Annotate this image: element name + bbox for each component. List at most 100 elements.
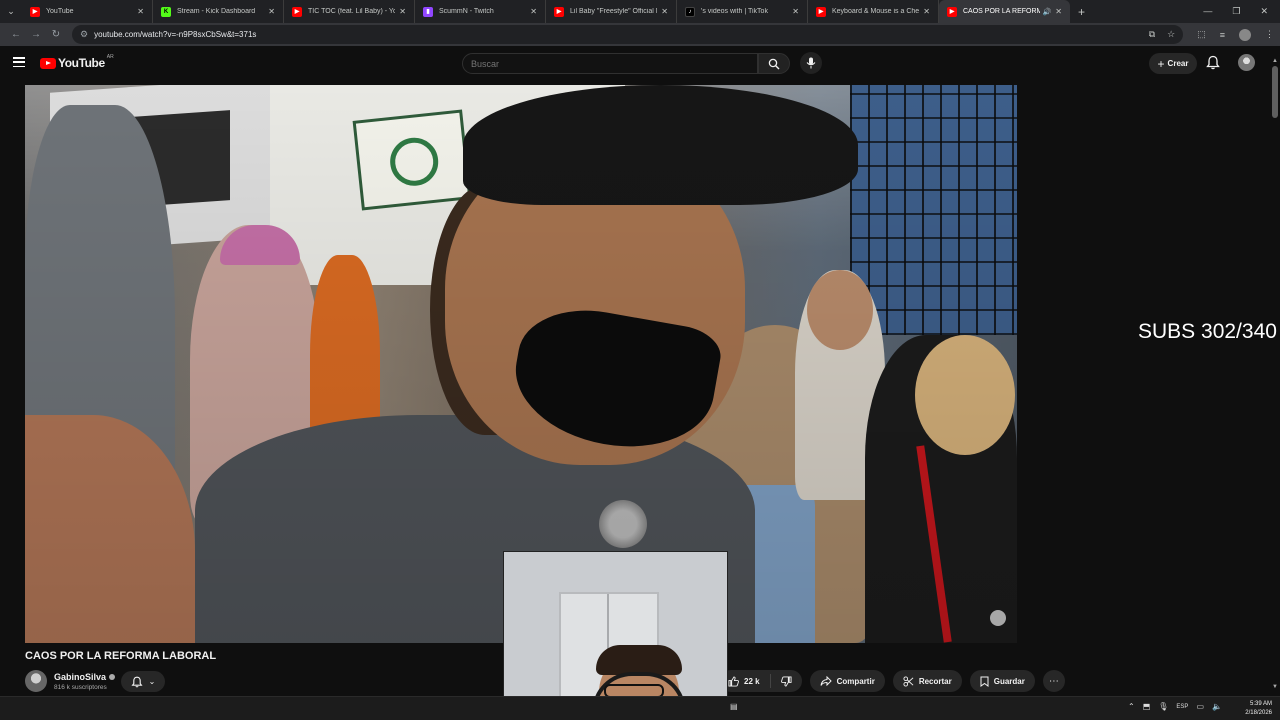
- network-icon[interactable]: ▭: [1196, 702, 1204, 711]
- youtube-icon: ▶: [30, 6, 40, 17]
- media-controls-icon[interactable]: ≡: [1220, 30, 1225, 40]
- new-tab-button[interactable]: +: [1078, 5, 1085, 19]
- close-icon[interactable]: ✕: [530, 7, 537, 16]
- restore-icon[interactable]: ❐: [1232, 6, 1240, 17]
- subs-goal-overlay: SUBS 302/340: [1138, 320, 1277, 343]
- menu-kebab-icon[interactable]: ⋮: [1265, 29, 1274, 40]
- tab-title: CAOS POR LA REFORMA L: [963, 8, 1040, 15]
- browser-tab[interactable]: ▶ TIC TOC (feat. Lil Baby) - YouTu ✕: [284, 0, 415, 23]
- like-dislike-group: 22 k: [720, 670, 802, 692]
- clock-date: 2/18/2026: [1245, 710, 1272, 716]
- tiktok-icon: ♪: [685, 6, 695, 17]
- scissors-icon: [903, 675, 914, 687]
- browser-tab[interactable]: ▶ Lil Baby "Freestyle" Official Mu ✕: [546, 0, 677, 23]
- tab-search-icon[interactable]: ⌄: [0, 0, 22, 23]
- scroll-down-icon[interactable]: ▼: [1272, 684, 1278, 690]
- tray-app-icon[interactable]: ⬒: [1143, 702, 1151, 711]
- bookmark-icon: [980, 676, 989, 687]
- close-icon[interactable]: ✕: [268, 7, 275, 16]
- kick-icon: K: [161, 6, 171, 17]
- create-button[interactable]: + Crear: [1149, 53, 1197, 74]
- close-icon[interactable]: ✕: [399, 7, 406, 16]
- back-icon[interactable]: ←: [6, 29, 26, 40]
- channel-name-text: GabinoSilva: [54, 672, 107, 682]
- channel-watermark-icon[interactable]: [990, 610, 1006, 626]
- webcam-overlay: [503, 551, 728, 720]
- save-label: Guardar: [993, 676, 1025, 686]
- youtube-header: YouTube AR + Crear: [0, 46, 1280, 82]
- search-button[interactable]: [758, 53, 790, 74]
- close-window-icon[interactable]: ✕: [1260, 6, 1268, 17]
- menu-hamburger-icon[interactable]: [13, 57, 25, 67]
- logo-text: YouTube: [58, 56, 105, 70]
- clip-button[interactable]: Recortar: [892, 670, 962, 692]
- dislike-button[interactable]: [771, 675, 802, 687]
- close-icon[interactable]: ✕: [1055, 7, 1062, 16]
- channel-name[interactable]: GabinoSilva: [54, 672, 116, 682]
- search-input[interactable]: [462, 53, 758, 74]
- twitch-icon: ▮: [423, 6, 433, 17]
- channel-avatar[interactable]: [25, 670, 47, 692]
- browser-tab-active[interactable]: ▶ CAOS POR LA REFORMA L 🔊 ✕: [939, 0, 1070, 23]
- taskbar-app-icon[interactable]: ▤: [730, 702, 744, 716]
- browser-tab[interactable]: ▶ YouTube ✕: [22, 0, 153, 23]
- url-text: youtube.com/watch?v=-n9P8sxCbSw&t=371s: [94, 30, 257, 39]
- bell-icon: [131, 676, 143, 687]
- address-bar[interactable]: ⚙ youtube.com/watch?v=-n9P8sxCbSw&t=371s…: [72, 25, 1184, 44]
- verified-badge-icon: [109, 674, 116, 680]
- close-icon[interactable]: ✕: [661, 7, 668, 16]
- voice-search-button[interactable]: [800, 52, 822, 74]
- close-icon[interactable]: ✕: [137, 7, 144, 16]
- more-actions-button[interactable]: ⋯: [1042, 670, 1065, 692]
- youtube-logo[interactable]: YouTube AR: [40, 54, 114, 70]
- save-button[interactable]: Guardar: [969, 670, 1035, 692]
- taskbar-clock[interactable]: 5:39 AM 2/18/2026: [1236, 700, 1272, 718]
- close-icon[interactable]: ✕: [923, 7, 930, 16]
- speaker-icon[interactable]: 🔊: [1043, 8, 1052, 16]
- browser-tab[interactable]: ♪ 's videos with | TikTok ✕: [677, 0, 808, 23]
- volume-icon[interactable]: 🔈: [1212, 702, 1222, 711]
- page-scrollbar[interactable]: ▲ ▼: [1270, 46, 1280, 700]
- notifications-button[interactable]: [1206, 55, 1220, 70]
- tab-title: Stream - Kick Dashboard: [177, 8, 256, 15]
- profile-avatar[interactable]: [1239, 28, 1251, 41]
- share-button[interactable]: Compartir: [809, 670, 885, 692]
- thumbs-down-icon: [780, 675, 792, 687]
- site-info-icon[interactable]: ⚙: [80, 29, 88, 40]
- close-icon[interactable]: ✕: [792, 7, 799, 16]
- browser-tabstrip: ⌄ ▶ YouTube ✕ K Stream - Kick Dashboard …: [0, 0, 1280, 23]
- language-indicator[interactable]: ESP: [1176, 704, 1188, 710]
- window-controls: — ❐ ✕: [1203, 6, 1280, 17]
- create-label: Crear: [1167, 59, 1189, 68]
- tab-title: YouTube: [46, 8, 74, 15]
- thumbs-up-icon: [728, 675, 739, 687]
- extensions-icon[interactable]: ⬚: [1197, 29, 1206, 40]
- youtube-icon: ▶: [554, 6, 564, 17]
- account-avatar[interactable]: [1238, 54, 1255, 71]
- tab-title: ScummN - Twitch: [439, 8, 494, 15]
- youtube-play-icon: [40, 57, 56, 69]
- cast-icon[interactable]: ⧉: [1149, 29, 1155, 40]
- microphone-icon: [806, 57, 816, 69]
- browser-tab[interactable]: K Stream - Kick Dashboard ✕: [153, 0, 284, 23]
- tab-title: TIC TOC (feat. Lil Baby) - YouTu: [308, 8, 396, 15]
- share-icon: [820, 676, 832, 686]
- scroll-up-icon[interactable]: ▲: [1272, 58, 1278, 64]
- tray-mic-icon[interactable]: 🎙: [1158, 702, 1168, 711]
- youtube-icon: ▶: [292, 6, 302, 17]
- browser-tab[interactable]: ▶ Keyboard & Mouse is a Cheat ✕: [808, 0, 939, 23]
- bookmark-star-icon[interactable]: ☆: [1167, 29, 1175, 40]
- browser-tab[interactable]: ▮ ScummN - Twitch ✕: [415, 0, 546, 23]
- tray-overflow-chevron-icon[interactable]: ⌃: [1128, 702, 1135, 711]
- like-count: 22 k: [744, 676, 760, 686]
- tab-title: 's videos with | TikTok: [701, 8, 768, 15]
- tab-title: Lil Baby "Freestyle" Official Mu: [570, 8, 658, 15]
- scrollbar-thumb[interactable]: [1272, 66, 1278, 118]
- subscription-notifications-button[interactable]: ⌄: [121, 671, 165, 692]
- reload-icon[interactable]: ↻: [46, 29, 66, 40]
- subscriber-count: 816 k suscriptores: [54, 684, 107, 691]
- minimize-icon[interactable]: —: [1203, 6, 1212, 17]
- search-icon: [768, 58, 780, 69]
- forward-icon[interactable]: →: [26, 29, 46, 40]
- os-taskbar: ▤ ⌃ ⬒ 🎙 ESP ▭ 🔈 5:39 AM 2/18/2026: [0, 696, 1280, 720]
